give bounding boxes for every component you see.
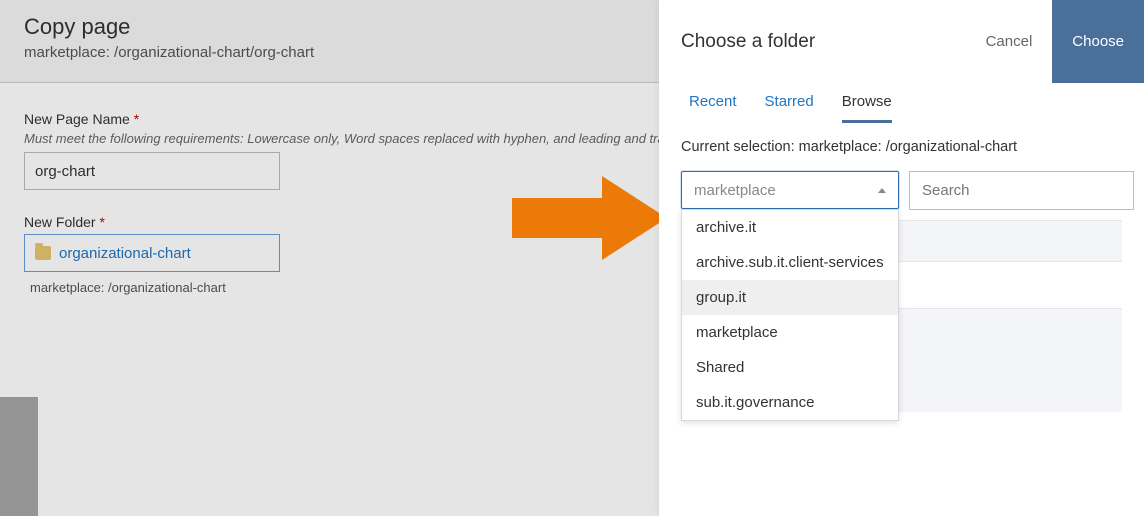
- selection-label: Current selection:: [681, 139, 795, 155]
- dropdown-placeholder: marketplace: [694, 182, 776, 199]
- background-light-strip: [38, 397, 659, 516]
- tab-browse[interactable]: Browse: [842, 93, 892, 123]
- dropdown-option[interactable]: sub.it.governance: [682, 385, 898, 420]
- label-text: New Folder: [24, 214, 96, 230]
- dropdown-option[interactable]: marketplace: [682, 315, 898, 350]
- panel-header: Choose a folder Cancel Choose: [659, 0, 1144, 83]
- panel-actions: Cancel Choose: [966, 0, 1144, 83]
- site-dropdown-menu: archive.itarchive.sub.it.client-services…: [681, 209, 899, 421]
- required-asterisk: *: [99, 214, 104, 230]
- new-folder-picker[interactable]: organizational-chart: [24, 234, 280, 272]
- background-dark-strip: [0, 397, 659, 516]
- new-folder-value: organizational-chart: [59, 245, 191, 262]
- cancel-button[interactable]: Cancel: [966, 0, 1053, 83]
- label-text: New Page Name: [24, 111, 130, 127]
- required-asterisk: *: [134, 111, 139, 127]
- site-dropdown-toggle[interactable]: marketplace: [681, 171, 899, 209]
- site-dropdown[interactable]: marketplace archive.itarchive.sub.it.cli…: [681, 171, 899, 210]
- dropdown-option[interactable]: archive.sub.it.client-services: [682, 245, 898, 280]
- folder-icon: [35, 246, 51, 260]
- panel-title: Choose a folder: [659, 31, 815, 53]
- selection-value: marketplace: /organizational-chart: [799, 139, 1017, 155]
- choose-button[interactable]: Choose: [1052, 0, 1144, 83]
- caret-up-icon: [878, 188, 886, 193]
- panel-tabs: Recent Starred Browse: [659, 93, 1144, 123]
- search-input[interactable]: [909, 171, 1134, 210]
- dropdown-option[interactable]: group.it: [682, 280, 898, 315]
- tab-starred[interactable]: Starred: [765, 93, 814, 123]
- folder-chooser-panel: Choose a folder Cancel Choose Recent Sta…: [659, 0, 1144, 516]
- new-page-name-input[interactable]: [24, 152, 280, 190]
- tab-recent[interactable]: Recent: [689, 93, 737, 123]
- controls-row: marketplace archive.itarchive.sub.it.cli…: [659, 171, 1144, 210]
- dropdown-option[interactable]: Shared: [682, 350, 898, 385]
- callout-arrow-icon: [502, 168, 672, 268]
- current-selection: Current selection: marketplace: /organiz…: [659, 123, 1144, 171]
- dropdown-option[interactable]: archive.it: [682, 210, 898, 245]
